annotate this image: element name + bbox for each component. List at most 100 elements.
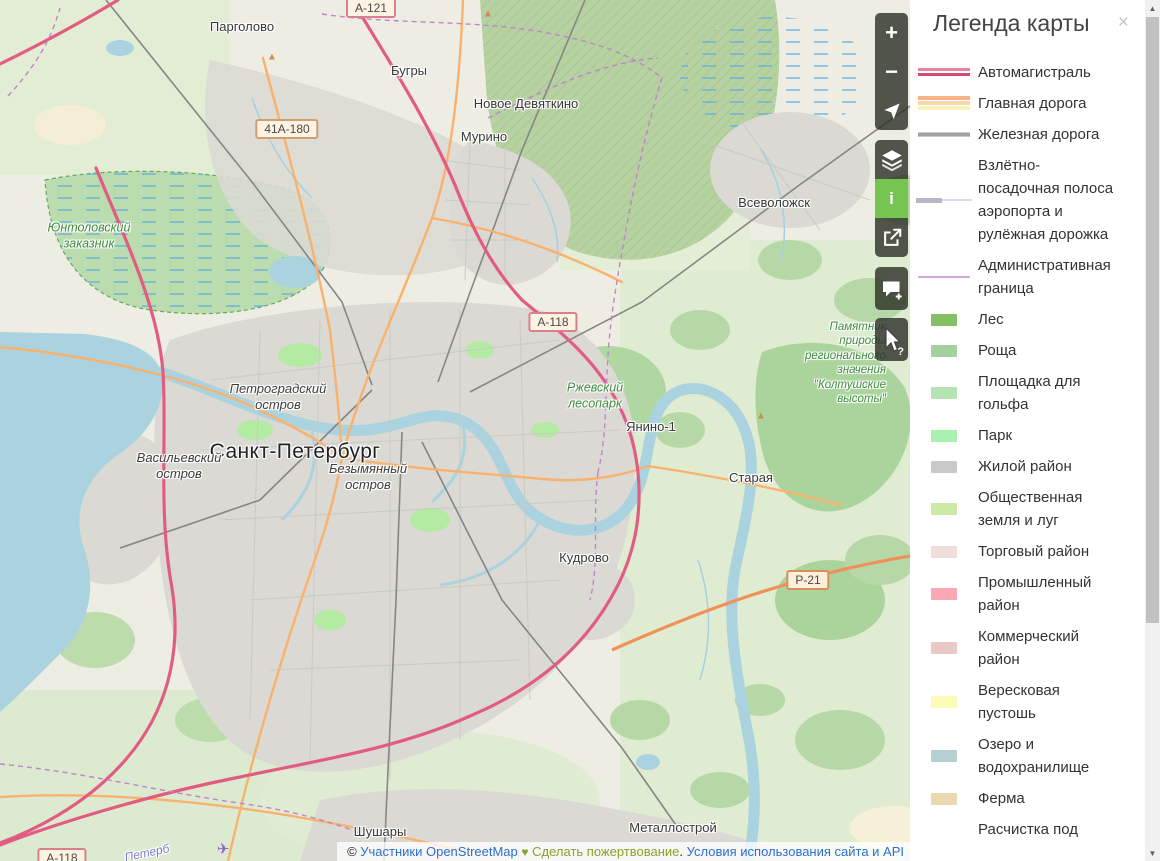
legend-swatch-area [931, 588, 957, 600]
legend-label: Автомагистраль [978, 61, 1116, 84]
map-label-town: Шушары [354, 825, 407, 839]
road-shield: А-118 [528, 312, 577, 332]
legend-item: Коммерческий район [910, 625, 1145, 671]
legend-item: Автомагистраль [910, 61, 1145, 84]
question-mark-glyph: ? [897, 346, 904, 358]
map-label-island: Петроградский остров [230, 381, 327, 414]
legend-label: Вересковая пустошь [978, 679, 1116, 725]
legend-label: Площадка для гольфа [978, 370, 1116, 416]
map-label-town: Бугры [391, 64, 427, 78]
map-label-town: Кудрово [559, 551, 609, 565]
legend-label: Жилой район [978, 455, 1116, 478]
legend-item: Жилой район [910, 455, 1145, 478]
map-label-town: Новое Девяткино [474, 97, 579, 111]
share-button[interactable] [875, 218, 908, 257]
legend-label: Озеро и водохранилище [978, 733, 1116, 779]
road-shield: 41А-180 [255, 119, 318, 139]
panel-scrollbar[interactable]: ▲ ▼ [1145, 0, 1160, 861]
legend-item: Взлётно-посадочная полоса аэропорта и ру… [910, 154, 1145, 246]
legend-swatch-mainroad [918, 96, 970, 111]
share-icon [881, 227, 903, 249]
zoom-control-group: + − [875, 13, 908, 130]
scroll-down-icon[interactable]: ▼ [1145, 845, 1160, 861]
map-label-town: Мурино [461, 130, 507, 144]
legend-label: Торговый район [978, 540, 1116, 563]
panel-title: Легенда карты [933, 10, 1145, 37]
map-key-panel: Легенда карты × Автомагистраль Главная до… [910, 0, 1145, 861]
query-features-button[interactable]: ? [875, 318, 908, 361]
map-label-nature: Ржевский лесопарк [567, 380, 623, 411]
legend-label: Ферма [978, 787, 1116, 810]
legend-label: Лес [978, 308, 1116, 331]
add-note-button[interactable] [875, 267, 908, 310]
locate-arrow-icon [881, 100, 903, 122]
scroll-up-icon[interactable]: ▲ [1145, 0, 1160, 16]
legend-label: Роща [978, 339, 1116, 362]
query-control-group: ? [875, 318, 908, 361]
legend-swatch-area [931, 345, 957, 357]
close-icon[interactable]: × [1118, 13, 1129, 32]
peak-icon: ▲ [267, 52, 277, 63]
map-canvas[interactable]: ПарголовоБугрыНовое ДевяткиноМуриноВсево… [0, 0, 910, 861]
legend-swatch-area [931, 314, 957, 326]
legend-item: Железная дорога [910, 123, 1145, 146]
legend-swatch-area [931, 461, 957, 473]
zoom-out-button[interactable]: − [875, 52, 908, 91]
layer-control-group: i [875, 140, 908, 257]
road-shield: А-118 [37, 848, 86, 861]
map-graphics [0, 0, 910, 861]
peak-icon: ▲ [756, 411, 766, 422]
legend-swatch-railway [918, 132, 970, 137]
legend-swatch-area [931, 430, 957, 442]
legend-swatch-area [931, 503, 957, 515]
road-shield: А-121 [346, 0, 396, 18]
attribution-bar: © Участники OpenStreetMap ♥ Сделать поже… [337, 842, 910, 861]
map-label-town: Янино-1 [626, 420, 676, 434]
copyright-symbol: © [347, 844, 360, 859]
legend-swatch-area [931, 642, 957, 654]
road-shield: Р-21 [786, 570, 829, 590]
legend-item: Административная граница [910, 254, 1145, 300]
legend-label: Общественная земля и луг [978, 486, 1116, 532]
layers-button[interactable] [875, 140, 908, 179]
locate-button[interactable] [875, 91, 908, 130]
attribution-separator: . [679, 844, 686, 859]
legend-label: Расчистка под [978, 818, 1116, 841]
contributors-link[interactable]: Участники OpenStreetMap [360, 844, 518, 859]
scrollbar-thumb[interactable] [1146, 17, 1159, 623]
legend-swatch-motorway [918, 68, 970, 78]
legend-item: Главная дорога [910, 92, 1145, 115]
note-bubble-plus-icon [880, 277, 904, 301]
map-key-button[interactable]: i [875, 179, 908, 218]
legend-swatch-runway [916, 198, 972, 203]
legend-swatch-area [931, 696, 957, 708]
legend-label: Промышленный район [978, 571, 1116, 617]
legend-swatch-area [931, 793, 957, 805]
map-label-nature: Юнтоловский заказник [48, 220, 131, 251]
legend-list: Автомагистраль Главная дорога Железная дор… [910, 61, 1145, 841]
donate-link[interactable]: Сделать пожертвование [532, 844, 679, 859]
map-label-nature: Памятник природы регионального значения … [805, 320, 886, 406]
map-label-town: Парголово [210, 20, 274, 34]
legend-item: Общественная земля и луг [910, 486, 1145, 532]
legend-item: Лес [910, 308, 1145, 331]
legend-item: Озеро и водохранилище [910, 733, 1145, 779]
legend-item: Вересковая пустошь [910, 679, 1145, 725]
legend-item: Роща [910, 339, 1145, 362]
legend-label: Главная дорога [978, 92, 1116, 115]
zoom-in-button[interactable]: + [875, 13, 908, 52]
legend-item: Площадка для гольфа [910, 370, 1145, 416]
legend-item: Парк [910, 424, 1145, 447]
map-label-town: Старая [729, 471, 773, 485]
legend-label: Административная граница [978, 254, 1116, 300]
legend-item: Промышленный район [910, 571, 1145, 617]
terms-link[interactable]: Условия использования сайта и API [687, 844, 904, 859]
peak-icon: ▲ [483, 9, 493, 20]
layers-icon [880, 148, 904, 172]
map-label-city: Санкт-Петербург [210, 441, 381, 463]
legend-label: Железная дорога [978, 123, 1116, 146]
legend-swatch-area [931, 546, 957, 558]
airport-icon: ✈ [217, 840, 230, 858]
legend-swatch-area [931, 387, 957, 399]
note-control-group [875, 267, 908, 310]
